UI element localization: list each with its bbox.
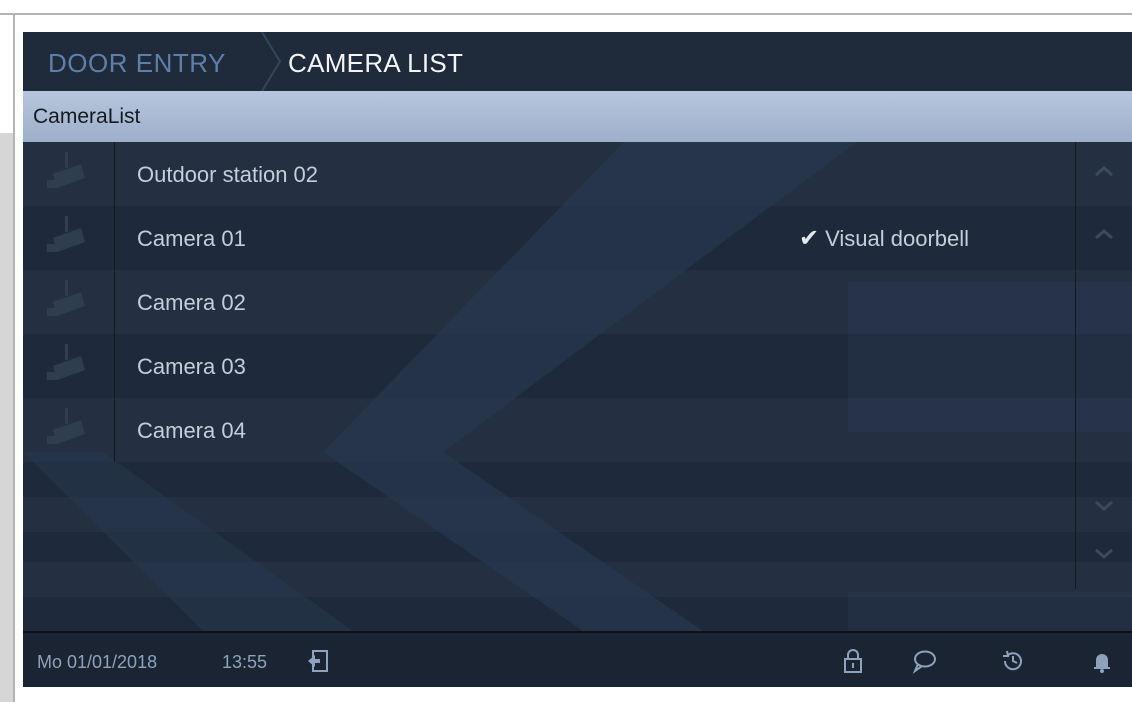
frame-left-border: [13, 13, 15, 702]
breadcrumb-door-entry[interactable]: DOOR ENTRY: [48, 32, 226, 91]
list-item-icon-cell: [23, 334, 115, 398]
list-item-camera-02[interactable]: Camera 02: [23, 270, 1075, 334]
scroll-top-button[interactable]: [1076, 147, 1132, 197]
list-item-camera-04[interactable]: Camera 04: [23, 398, 1075, 462]
chevron-up-icon: [1095, 229, 1113, 240]
list-item-label: Camera 03: [137, 354, 246, 379]
list-item-camera-01[interactable]: Camera 01 ✔ Visual doorbell: [23, 206, 1075, 270]
list-header: CameraList: [23, 91, 1132, 142]
chevron-up-icon: [1095, 166, 1113, 177]
list-item-label: Camera 02: [137, 290, 246, 315]
scroll-bottom-button[interactable]: [1076, 530, 1132, 580]
frame-top-border: [0, 13, 1132, 15]
security-camera-icon: [47, 344, 85, 380]
breadcrumb-separator-icon: [261, 32, 282, 91]
list-item-label: Camera 04: [137, 418, 246, 443]
page-title: CAMERA LIST: [288, 48, 464, 78]
header-bar: DOOR ENTRY CAMERA LIST: [23, 32, 1132, 91]
security-camera-icon: [47, 152, 85, 188]
security-camera-icon: [47, 408, 85, 444]
chevron-down-icon: [1095, 500, 1113, 511]
camera-list: Outdoor station 02 Camera 01 ✔ Visual doo…: [23, 142, 1075, 462]
list-item-icon-cell: [23, 398, 115, 462]
scroll-column: [1075, 142, 1132, 589]
scroll-down-button[interactable]: [1076, 482, 1132, 532]
list-item-camera-03[interactable]: Camera 03: [23, 334, 1075, 398]
chevron-down-icon: [1095, 548, 1113, 559]
message-icon[interactable]: [911, 648, 937, 674]
panel-screen: DOOR ENTRY CAMERA LIST CameraList Outdoo…: [23, 32, 1132, 687]
list-item-icon-cell: [23, 270, 115, 334]
lock-icon[interactable]: [840, 648, 866, 674]
scroll-up-button[interactable]: [1076, 210, 1132, 260]
list-item-outdoor-station-02[interactable]: Outdoor station 02: [23, 142, 1075, 206]
security-camera-icon: [47, 280, 85, 316]
list-header-label: CameraList: [33, 105, 141, 128]
status-time: 13:55: [222, 652, 268, 672]
bell-icon[interactable]: [1089, 648, 1115, 674]
status-label: Visual doorbell: [825, 226, 970, 251]
exit-icon[interactable]: [305, 648, 331, 674]
frame-grey-band: [0, 133, 13, 702]
list-item-label: Camera 01: [137, 226, 246, 251]
list-item-icon-cell: [23, 206, 115, 270]
status-date: Mo 01/01/2018: [37, 652, 158, 672]
visual-doorbell-status: ✔ Visual doorbell: [799, 206, 969, 272]
status-bar: Mo 01/01/2018 13:55: [23, 631, 1132, 687]
list-item-label: Outdoor station 02: [137, 162, 319, 187]
list-item-icon-cell: [23, 142, 115, 206]
history-icon[interactable]: [1000, 648, 1026, 674]
checkmark-icon: ✔: [799, 225, 820, 252]
security-camera-icon: [47, 216, 85, 252]
